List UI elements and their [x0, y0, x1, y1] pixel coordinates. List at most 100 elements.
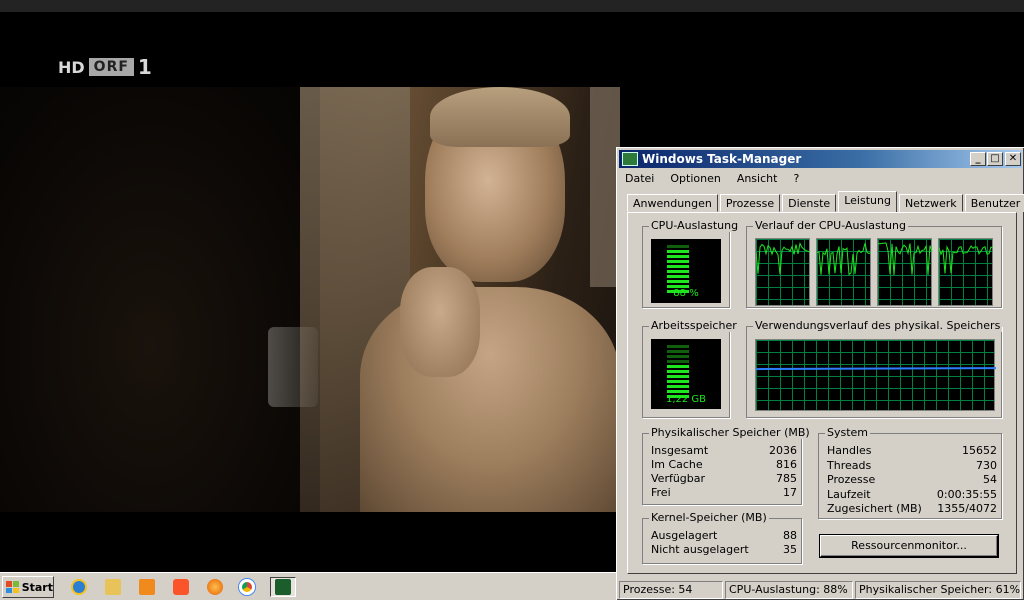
meter-segment — [667, 365, 689, 368]
row-value: 0:00:35:55 — [936, 488, 997, 501]
firefox-icon[interactable] — [204, 577, 226, 597]
memory-meter-bars — [667, 345, 689, 400]
cpu-history-core-1 — [755, 238, 811, 306]
channel-logo: HD ORF 1 — [58, 55, 152, 79]
close-button[interactable]: ✕ — [1005, 152, 1021, 166]
media-player-icon[interactable] — [136, 577, 158, 597]
menu-optionen[interactable]: Optionen — [668, 170, 722, 187]
physical-row-available: Verfügbar 785 — [651, 472, 797, 485]
menu-ansicht[interactable]: Ansicht — [735, 170, 780, 187]
meter-segment — [667, 255, 689, 258]
physical-row-free: Frei 17 — [651, 486, 797, 499]
row-value: 785 — [776, 472, 797, 485]
row-label: Ausgelagert — [651, 529, 718, 542]
scene-foreground-figure — [0, 87, 320, 512]
tab-anwendungen[interactable]: Anwendungen — [627, 194, 718, 212]
cpu-history-group: Verlauf der CPU-Auslastung — [746, 219, 1002, 308]
tab-prozesse[interactable]: Prozesse — [719, 194, 781, 212]
memory-history-legend: Verwendungsverlauf des physikal. Speiche… — [753, 319, 1003, 332]
meter-segment — [667, 250, 689, 253]
meter-segment — [667, 280, 689, 283]
row-value: 17 — [783, 486, 797, 499]
cpu-meter-value: 88 % — [673, 288, 699, 299]
memory-meter-value: 1,22 GB — [665, 394, 707, 405]
status-processes: Prozesse: 54 — [619, 581, 723, 599]
row-label: Zugesichert (MB) — [827, 502, 922, 515]
chrome-icon[interactable] — [236, 577, 258, 597]
kernel-memory-group: Kernel-Speicher (MB) Ausgelagert 88 Nicht… — [642, 511, 802, 564]
cpu-history-legend: Verlauf der CPU-Auslastung — [753, 219, 908, 232]
tab-strip: Anwendungen Prozesse Dienste Leistung Ne… — [627, 191, 1024, 212]
channel-name: ORF — [88, 58, 134, 76]
physical-row-cache: Im Cache 816 — [651, 458, 797, 471]
internet-explorer-icon[interactable] — [68, 577, 90, 597]
tab-dienste[interactable]: Dienste — [782, 194, 837, 212]
task-manager-icon[interactable] — [270, 577, 296, 597]
row-value: 1355/4072 — [937, 502, 997, 515]
start-label: Start — [21, 580, 53, 594]
meter-segment — [667, 390, 689, 393]
system-row-uptime: Laufzeit 0:00:35:55 — [827, 488, 997, 501]
physical-memory-legend: Physikalischer Speicher (MB) — [649, 426, 812, 439]
minimize-button[interactable]: _ — [970, 152, 986, 166]
cpu-history-line — [878, 242, 933, 276]
tab-leistung[interactable]: Leistung — [838, 191, 897, 212]
row-label: Nicht ausgelagert — [651, 543, 749, 556]
meter-segment — [667, 270, 689, 273]
row-label: Prozesse — [827, 473, 876, 486]
status-memory: Physikalischer Speicher: 61% — [855, 581, 1021, 599]
row-label: Verfügbar — [651, 472, 706, 485]
meter-segment — [667, 260, 689, 263]
memory-legend: Arbeitsspeicher — [649, 319, 739, 332]
memory-history-line — [756, 367, 996, 371]
brave-icon[interactable] — [170, 577, 192, 597]
system-legend: System — [825, 426, 871, 439]
scene-actor-body — [360, 287, 620, 512]
task-manager-window: Windows Task-Manager _ □ ✕ Datei Optione… — [616, 147, 1024, 600]
system-row-handles: Handles 15652 — [827, 444, 997, 457]
menu-help[interactable]: ? — [791, 170, 801, 187]
status-bar: Prozesse: 54 CPU-Auslastung: 88% Physika… — [619, 581, 1022, 599]
row-value: 816 — [776, 458, 797, 471]
scene-actor-hand — [400, 267, 480, 377]
cpu-usage-group: CPU-Auslastung 88 % — [642, 219, 741, 308]
top-strip — [0, 0, 1024, 12]
system-group: System Handles 15652 Threads 730 Prozesse 5… — [818, 426, 1002, 519]
system-row-commit: Zugesichert (MB) 1355/4072 — [827, 502, 997, 515]
tab-netzwerk[interactable]: Netzwerk — [898, 194, 963, 212]
row-value: 35 — [783, 543, 797, 556]
meter-segment — [667, 385, 689, 388]
row-label: Threads — [827, 459, 872, 472]
kernel-memory-legend: Kernel-Speicher (MB) — [649, 511, 769, 524]
row-label: Laufzeit — [827, 488, 871, 501]
start-button[interactable]: Start — [2, 576, 54, 598]
menu-datei[interactable]: Datei — [623, 170, 656, 187]
meter-segment — [667, 265, 689, 268]
cpu-history-line — [817, 243, 872, 276]
title-bar[interactable]: Windows Task-Manager _ □ ✕ — [619, 150, 1022, 168]
file-explorer-icon[interactable] — [102, 577, 124, 597]
windows-flag-icon — [6, 581, 19, 593]
cpu-usage-legend: CPU-Auslastung — [649, 219, 741, 232]
cpu-meter: 88 % — [651, 239, 721, 303]
kernel-row-paged: Ausgelagert 88 — [651, 529, 797, 542]
memory-group: Arbeitsspeicher 1,22 GB — [642, 319, 739, 418]
desktop-screen: HD ORF 1 Windows Task-Manager _ □ ✕ Date… — [0, 0, 1024, 600]
physical-row-total: Insgesamt 2036 — [651, 444, 797, 457]
cpu-history-core-2 — [816, 238, 872, 306]
performance-panel: CPU-Auslastung 88 % Verlauf der CPU-Ausl… — [627, 212, 1017, 574]
status-cpu: CPU-Auslastung: 88% — [725, 581, 853, 599]
channel-number: 1 — [137, 55, 152, 79]
window-title: Windows Task-Manager — [642, 152, 802, 166]
tab-benutzer[interactable]: Benutzer — [964, 194, 1024, 212]
cpu-history-core-4 — [938, 238, 994, 306]
memory-history-group: Verwendungsverlauf des physikal. Speiche… — [746, 319, 1003, 418]
memory-meter: 1,22 GB — [651, 339, 721, 409]
cpu-history-core-3 — [877, 238, 933, 306]
maximize-button[interactable]: □ — [987, 152, 1003, 166]
row-value: 2036 — [769, 444, 797, 457]
row-value: 15652 — [962, 444, 997, 457]
system-row-processes: Prozesse 54 — [827, 473, 997, 486]
resource-monitor-button[interactable]: Ressourcenmonitor... — [820, 535, 998, 557]
task-manager-icon — [622, 152, 638, 166]
